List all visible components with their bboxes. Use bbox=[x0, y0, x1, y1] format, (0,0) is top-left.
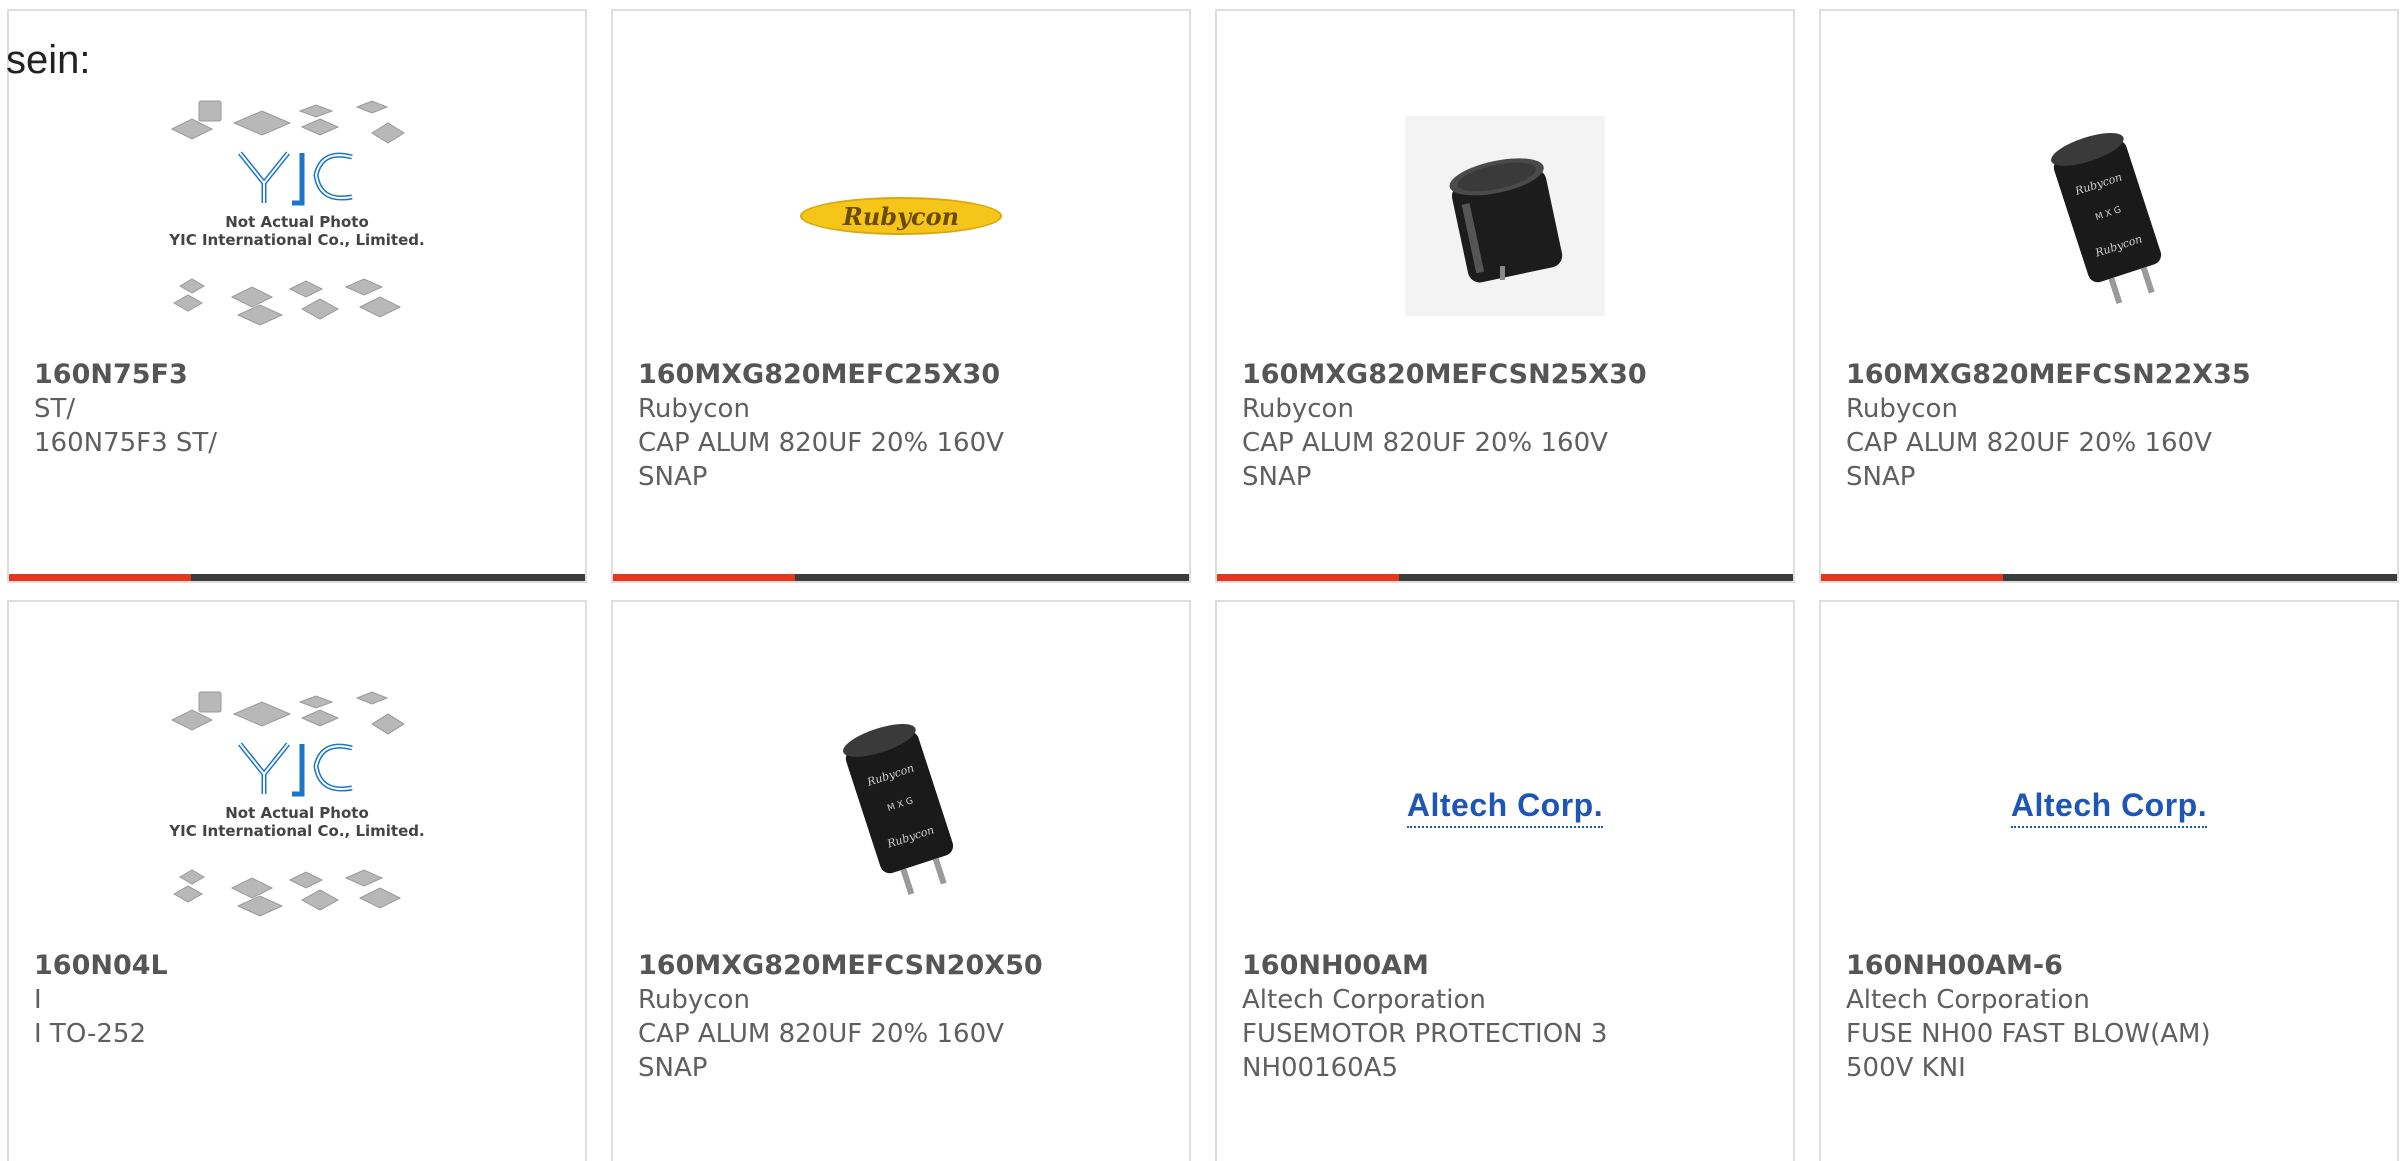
description-line-2: SNAP bbox=[1242, 462, 1312, 492]
manufacturer: Rubycon bbox=[1846, 394, 1958, 424]
placeholder-caption-2: YIC International Co., Limited. bbox=[168, 822, 424, 840]
card-bottom-bar bbox=[613, 574, 1189, 581]
manufacturer: I bbox=[34, 985, 42, 1015]
product-image[interactable]: Rubycon M X G Rubycon bbox=[613, 672, 1189, 942]
product-info: 160NH00AM Altech Corporation FUSEMOTOR P… bbox=[1242, 949, 1773, 1085]
product-card[interactable]: 160MXG820MEFCSN25X30 Rubycon CAP ALUM 82… bbox=[1215, 9, 1795, 583]
product-info: 160MXG820MEFCSN20X50 Rubycon CAP ALUM 82… bbox=[638, 949, 1169, 1085]
product-info: 160N75F3 ST/ 160N75F3 ST/ bbox=[34, 358, 565, 460]
product-image[interactable]: Altech Corp. bbox=[1821, 672, 2397, 942]
description: FUSE NH00 FAST BLOW(AM) bbox=[1846, 1019, 2211, 1049]
altech-logo: Altech Corp. bbox=[1406, 787, 1604, 828]
part-number[interactable]: 160MXG820MEFCSN25X30 bbox=[1242, 358, 1773, 392]
description: CAP ALUM 820UF 20% 160V bbox=[638, 1019, 1004, 1049]
product-card[interactable]: Rubycon M X G Rubycon 160MXG820MEFCSN22X… bbox=[1819, 9, 2399, 583]
description: CAP ALUM 820UF 20% 160V bbox=[638, 428, 1004, 458]
card-accent bbox=[1821, 574, 2003, 581]
card-accent bbox=[9, 574, 191, 581]
description: CAP ALUM 820UF 20% 160V bbox=[1242, 428, 1608, 458]
product-image[interactable]: Not Actual Photo YIC International Co., … bbox=[9, 672, 585, 942]
product-info: 160NH00AM-6 Altech Corporation FUSE NH00… bbox=[1846, 949, 2377, 1085]
product-image[interactable]: Rubycon bbox=[613, 81, 1189, 351]
manufacturer: Rubycon bbox=[638, 394, 750, 424]
product-card[interactable]: Not Actual Photo YIC International Co., … bbox=[7, 600, 587, 1161]
description-line-2: 500V KNI bbox=[1846, 1053, 1966, 1083]
manufacturer: ST/ bbox=[34, 394, 76, 424]
capacitor-short-icon bbox=[1405, 116, 1605, 316]
product-card[interactable]: Not Actual Photo YIC International Co., … bbox=[7, 9, 587, 583]
card-accent bbox=[613, 574, 795, 581]
description-line-2: SNAP bbox=[638, 1053, 708, 1083]
manufacturer: Rubycon bbox=[638, 985, 750, 1015]
part-number[interactable]: 160MXG820MEFC25X30 bbox=[638, 358, 1169, 392]
rubycon-logo: Rubycon bbox=[800, 197, 1002, 235]
part-number[interactable]: 160NH00AM-6 bbox=[1846, 949, 2377, 983]
product-image[interactable] bbox=[1217, 81, 1793, 351]
manufacturer: Rubycon bbox=[1242, 394, 1354, 424]
placeholder-caption-2: YIC International Co., Limited. bbox=[168, 231, 424, 249]
description: 160N75F3 ST/ bbox=[34, 428, 218, 458]
yic-placeholder-icon: Not Actual Photo YIC International Co., … bbox=[168, 691, 425, 917]
product-image[interactable]: Rubycon M X G Rubycon bbox=[1821, 81, 2397, 351]
product-info: 160MXG820MEFCSN22X35 Rubycon CAP ALUM 82… bbox=[1846, 358, 2377, 494]
product-info: 160MXG820MEFCSN25X30 Rubycon CAP ALUM 82… bbox=[1242, 358, 1773, 494]
part-number[interactable]: 160N75F3 bbox=[34, 358, 565, 392]
product-image[interactable]: Altech Corp. bbox=[1217, 672, 1793, 942]
product-info: 160N04L I I TO-252 bbox=[34, 949, 565, 1051]
product-info: 160MXG820MEFC25X30 Rubycon CAP ALUM 820U… bbox=[638, 358, 1169, 494]
card-bottom-bar bbox=[1821, 574, 2397, 581]
placeholder-caption-1: Not Actual Photo bbox=[225, 213, 369, 231]
description-line-2: SNAP bbox=[1846, 462, 1916, 492]
capacitor-tall-icon: Rubycon M X G Rubycon bbox=[2051, 133, 2162, 304]
part-number[interactable]: 160MXG820MEFCSN20X50 bbox=[638, 949, 1169, 983]
card-accent bbox=[1217, 574, 1399, 581]
card-bottom-bar bbox=[1217, 574, 1793, 581]
altech-logo: Altech Corp. bbox=[2010, 787, 2208, 828]
card-bottom-bar bbox=[9, 574, 585, 581]
product-card[interactable]: Rubycon M X G Rubycon 160MXG820MEFCSN20X… bbox=[611, 600, 1191, 1161]
description: CAP ALUM 820UF 20% 160V bbox=[1846, 428, 2212, 458]
prefix-text: sein: bbox=[6, 38, 91, 82]
description: I TO-252 bbox=[34, 1019, 147, 1049]
product-image[interactable]: Not Actual Photo YIC International Co., … bbox=[9, 81, 585, 351]
part-number[interactable]: 160NH00AM bbox=[1242, 949, 1773, 983]
product-card[interactable]: Altech Corp. 160NH00AM-6 Altech Corporat… bbox=[1819, 600, 2399, 1161]
description-line-2: NH00160A5 bbox=[1242, 1053, 1399, 1083]
product-card[interactable]: Altech Corp. 160NH00AM Altech Corporatio… bbox=[1215, 600, 1795, 1161]
capacitor-tall-icon: Rubycon M X G Rubycon bbox=[843, 724, 954, 895]
manufacturer: Altech Corporation bbox=[1242, 985, 1486, 1015]
yic-placeholder-icon: Not Actual Photo YIC International Co., … bbox=[168, 100, 425, 326]
product-card[interactable]: Rubycon 160MXG820MEFC25X30 Rubycon CAP A… bbox=[611, 9, 1191, 583]
manufacturer: Altech Corporation bbox=[1846, 985, 2090, 1015]
description: FUSEMOTOR PROTECTION 3 bbox=[1242, 1019, 1608, 1049]
product-grid: sein: Not Actual Photo YIC International… bbox=[0, 0, 2400, 1161]
part-number[interactable]: 160MXG820MEFCSN22X35 bbox=[1846, 358, 2377, 392]
placeholder-caption-1: Not Actual Photo bbox=[225, 804, 369, 822]
description-line-2: SNAP bbox=[638, 462, 708, 492]
part-number[interactable]: 160N04L bbox=[34, 949, 565, 983]
